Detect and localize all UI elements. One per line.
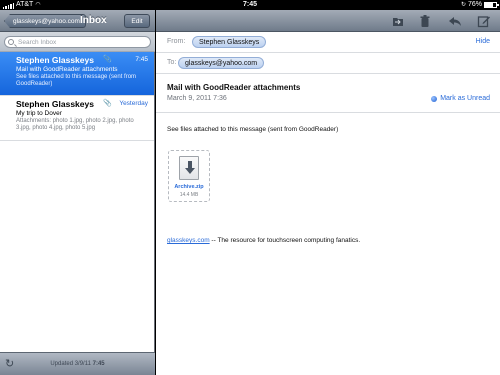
search-icon: [8, 39, 14, 45]
reply-icon[interactable]: [448, 14, 462, 28]
message-subject: Mail with GoodReader attachments: [16, 66, 118, 73]
status-time: 7:45: [242, 1, 257, 8]
mailbox-toolbar: glasskeys@yahoo.com Inbox Edit: [0, 10, 155, 32]
message-time: 7:45: [135, 56, 148, 63]
battery-percent: 76%: [467, 1, 482, 8]
attachment-tile[interactable]: Archive.zip 14.4 MB: [168, 150, 210, 202]
message-preview: Attachments: photo 1.jpg, photo 2.jpg, p…: [16, 118, 134, 131]
status-bar: AT&T ◠ 7:45 ↻ 76%: [0, 0, 500, 10]
updated-time: 7:45: [92, 361, 105, 367]
message-time: Yesterday: [119, 100, 148, 107]
updated-date: 3/9/11: [74, 361, 91, 367]
message-preview: See files attached to this message (sent…: [16, 74, 137, 87]
selected-indicator: [5, 57, 10, 62]
search-input[interactable]: Search Inbox: [4, 36, 151, 48]
from-address-chip[interactable]: Stephen Glasskeys: [192, 36, 267, 48]
folder-move-icon[interactable]: [391, 14, 405, 28]
attachment-icon: 📎: [103, 56, 112, 63]
attachment-name: Archive.zip: [174, 184, 204, 190]
search-placeholder: Search Inbox: [18, 39, 57, 46]
mailbox-pane: glasskeys@yahoo.com Inbox Edit Search In…: [0, 10, 155, 375]
message-date: March 9, 2011 7:36: [167, 95, 227, 102]
to-address-chip[interactable]: glasskeys@yahoo.com: [178, 57, 265, 69]
edit-button[interactable]: Edit: [124, 14, 150, 28]
from-row: From: Stephen Glasskeys Hide: [156, 32, 500, 53]
zip-file-icon: [179, 156, 199, 180]
mark-unread-button[interactable]: Mark as Unread: [431, 95, 490, 102]
account-back-button[interactable]: glasskeys@yahoo.com: [4, 14, 86, 28]
message-toolbar: [156, 10, 500, 32]
message-subject: My trip to Dover: [16, 110, 62, 117]
attachment-size: 14.4 MB: [179, 192, 199, 198]
hide-details-link[interactable]: Hide: [476, 38, 490, 45]
compose-icon[interactable]: [477, 14, 491, 28]
message-body: See files attached to this message (sent…: [167, 126, 339, 133]
to-row: To: glasskeys@yahoo.com: [156, 53, 500, 74]
message-list-item[interactable]: Stephen Glasskeys 📎 7:45 Mail with GoodR…: [0, 52, 154, 96]
signature-link[interactable]: glasskeys.com: [167, 237, 210, 244]
from-label: From:: [167, 38, 186, 45]
rotation-lock-icon: ↻: [460, 2, 466, 8]
message-pane: From: Stephen Glasskeys Hide To: glasske…: [156, 10, 500, 375]
mailbox-title: Inbox: [80, 15, 107, 26]
search-bar: Search Inbox: [0, 32, 155, 52]
to-label: To:: [167, 59, 177, 66]
mark-unread-label: Mark as Unread: [440, 95, 490, 102]
unread-dot-icon: [431, 95, 438, 102]
updated-label: Updated: [50, 361, 74, 367]
message-sender: Stephen Glasskeys: [16, 55, 94, 65]
download-arrow-icon: [185, 161, 195, 174]
message-subject-title: Mail with GoodReader attachments: [167, 83, 301, 92]
header-divider: [156, 112, 500, 113]
battery-icon: [484, 2, 499, 8]
message-sender: Stephen Glasskeys: [16, 99, 94, 109]
signature: glasskeys.com -- The resource for touchs…: [167, 237, 360, 244]
signature-text: -- The resource for touchscreen computin…: [209, 237, 361, 244]
message-list-item[interactable]: Stephen Glasskeys 📎 Yesterday My trip to…: [0, 96, 154, 141]
trash-icon[interactable]: [418, 14, 432, 28]
mailbox-bottom-bar: ↻ Updated 3/9/11 7:45: [0, 352, 155, 375]
updated-status: Updated 3/9/11 7:45: [0, 353, 155, 375]
attachment-icon: 📎: [103, 100, 112, 107]
battery-indicator: ↻ 76%: [460, 0, 499, 10]
